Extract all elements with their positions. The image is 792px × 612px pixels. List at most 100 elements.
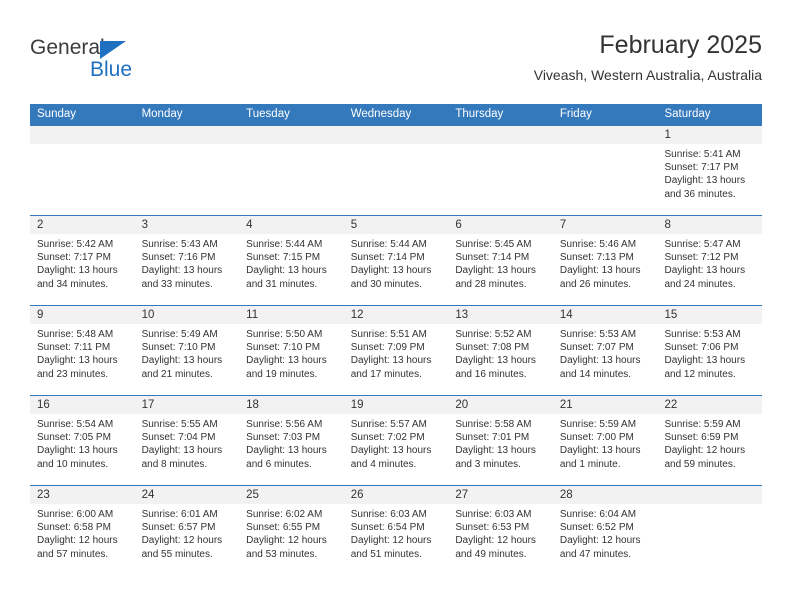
day-cell[interactable]: 17 Sunrise: 5:55 AM Sunset: 7:04 PM Dayligh… [134,396,240,485]
day-cell[interactable]: 8 Sunrise: 5:47 AM Sunset: 7:12 PM Daylight… [657,216,763,305]
sunrise-text: Sunrise: 5:48 AM [37,329,114,340]
day-info: Sunrise: 5:57 AM Sunset: 7:02 PM Daylight:… [344,414,449,471]
daylight-text-line1: Daylight: 13 hours [246,445,327,457]
sunrise-text: Sunrise: 5:54 AM [37,419,114,430]
sunrise-text: Sunrise: 6:03 AM [455,509,532,520]
day-cell[interactable]: 26 Sunrise: 6:03 AM Sunset: 6:54 PM Dayligh… [343,486,449,575]
sunset-text: Sunset: 7:05 PM [37,432,111,444]
day-info [239,144,344,148]
day-cell[interactable]: 23 Sunrise: 6:00 AM Sunset: 6:58 PM Dayligh… [30,486,135,575]
day-number: 28 [559,489,573,501]
sunset-text: Sunset: 6:52 PM [559,522,634,534]
daylight-text-line2: and 24 minutes. [664,278,736,290]
day-number: 22 [664,399,678,411]
day-cell[interactable]: 21 Sunrise: 5:59 AM Sunset: 7:00 PM Dayligh… [552,396,658,485]
day-info: Sunrise: 5:41 AM Sunset: 7:17 PM Daylight:… [657,144,762,201]
daylight-text-line2: and 6 minutes. [246,458,312,470]
daylight-text-line2: and 53 minutes. [246,548,318,560]
daylight-text-line1: Daylight: 13 hours [559,445,641,457]
day-cell[interactable] [343,126,449,215]
day-cell[interactable]: 10 Sunrise: 5:49 AM Sunset: 7:10 PM Dayligh… [134,306,240,395]
daylight-text-line1: Daylight: 13 hours [664,175,746,187]
day-cell[interactable]: 7 Sunrise: 5:46 AM Sunset: 7:13 PM Daylight… [552,216,658,305]
day-info: Sunrise: 5:48 AM Sunset: 7:11 PM Daylight:… [30,324,135,381]
day-info: Sunrise: 5:55 AM Sunset: 7:04 PM Daylight:… [135,414,240,471]
daylight-text-line2: and 30 minutes. [350,278,422,290]
day-cell[interactable]: 5 Sunrise: 5:44 AM Sunset: 7:14 PM Daylight… [343,216,449,305]
daylight-text-line2: and 49 minutes. [455,548,527,560]
day-info: Sunrise: 5:44 AM Sunset: 7:15 PM Daylight:… [239,234,344,291]
day-cell[interactable]: 13 Sunrise: 5:52 AM Sunset: 7:08 PM Dayligh… [448,306,553,395]
day-number: 5 [350,219,358,231]
day-cell[interactable] [448,126,553,215]
day-cell[interactable]: 24 Sunrise: 6:01 AM Sunset: 6:57 PM Dayligh… [134,486,240,575]
day-cell[interactable]: 25 Sunrise: 6:02 AM Sunset: 6:55 PM Dayligh… [239,486,344,575]
day-cell[interactable]: 20 Sunrise: 5:58 AM Sunset: 7:01 PM Dayligh… [448,396,553,485]
triangle-icon [100,41,126,59]
daylight-text-line2: and 47 minutes. [559,548,632,560]
day-info: Sunrise: 6:03 AM Sunset: 6:54 PM Daylight:… [344,504,449,561]
weekday-header-row: Sunday Monday Tuesday Wednesday Thursday… [30,104,762,125]
daylight-text-line1: Daylight: 13 hours [455,445,536,457]
sunset-text: Sunset: 7:15 PM [246,252,321,264]
daylight-text-line2: and 4 minutes. [350,458,417,470]
day-number: 12 [350,309,364,321]
day-cell[interactable]: 19 Sunrise: 5:57 AM Sunset: 7:02 PM Dayligh… [343,396,449,485]
weekday-header-tuesday: Tuesday [246,108,290,120]
day-cell[interactable]: 3 Sunrise: 5:43 AM Sunset: 7:16 PM Daylight… [134,216,240,305]
day-cell[interactable] [657,486,763,575]
sunrise-text: Sunrise: 5:59 AM [559,419,637,430]
daylight-text-line1: Daylight: 12 hours [455,535,536,547]
day-info: Sunrise: 5:42 AM Sunset: 7:17 PM Daylight:… [30,234,135,291]
day-cell[interactable]: 6 Sunrise: 5:45 AM Sunset: 7:14 PM Daylight… [448,216,553,305]
day-info [344,144,449,148]
day-cell[interactable]: 28 Sunrise: 6:04 AM Sunset: 6:52 PM Dayligh… [552,486,658,575]
day-cell[interactable]: 27 Sunrise: 6:03 AM Sunset: 6:53 PM Dayligh… [448,486,553,575]
daylight-text-line2: and 14 minutes. [559,368,632,380]
day-info: Sunrise: 5:59 AM Sunset: 6:59 PM Daylight:… [657,414,762,471]
day-cell[interactable] [239,126,344,215]
day-cell[interactable]: 22 Sunrise: 5:59 AM Sunset: 6:59 PM Dayligh… [657,396,763,485]
day-cell[interactable]: 1 Sunrise: 5:41 AM Sunset: 7:17 PM Daylight… [657,126,763,215]
daylight-text-line1: Daylight: 13 hours [455,265,536,277]
sunset-text: Sunset: 7:00 PM [559,432,634,444]
day-cell[interactable]: 16 Sunrise: 5:54 AM Sunset: 7:05 PM Dayligh… [30,396,135,485]
sunrise-text: Sunrise: 5:53 AM [664,329,741,340]
day-info: Sunrise: 5:50 AM Sunset: 7:10 PM Daylight:… [239,324,344,381]
day-cell[interactable]: 14 Sunrise: 5:53 AM Sunset: 7:07 PM Dayligh… [552,306,658,395]
daylight-text-line2: and 57 minutes. [37,548,109,560]
logo-text-general: General [30,36,105,59]
daylight-text-line2: and 19 minutes. [246,368,318,380]
daylight-text-line1: Daylight: 13 hours [350,265,432,277]
daylight-text-line1: Daylight: 12 hours [350,535,432,547]
day-cell[interactable]: 12 Sunrise: 5:51 AM Sunset: 7:09 PM Dayligh… [343,306,449,395]
daylight-text-line2: and 1 minute. [559,458,621,470]
day-cell[interactable] [134,126,240,215]
day-cell[interactable]: 4 Sunrise: 5:44 AM Sunset: 7:15 PM Daylight… [239,216,344,305]
sunset-text: Sunset: 6:53 PM [455,522,530,534]
daylight-text-line2: and 55 minutes. [141,548,213,560]
sunrise-text: Sunrise: 6:04 AM [559,509,637,520]
day-info: Sunrise: 5:58 AM Sunset: 7:01 PM Daylight:… [448,414,553,471]
sunset-text: Sunset: 7:13 PM [559,252,634,264]
day-info: Sunrise: 6:04 AM Sunset: 6:52 PM Daylight:… [553,504,658,561]
day-cell[interactable]: 11 Sunrise: 5:50 AM Sunset: 7:10 PM Dayligh… [239,306,344,395]
day-cell[interactable]: 9 Sunrise: 5:48 AM Sunset: 7:11 PM Daylight… [30,306,135,395]
day-cell[interactable]: 2 Sunrise: 5:42 AM Sunset: 7:17 PM Daylight… [30,216,135,305]
day-number: 26 [350,489,364,501]
day-info: Sunrise: 6:02 AM Sunset: 6:55 PM Daylight:… [239,504,344,561]
daylight-text-line2: and 26 minutes. [559,278,632,290]
day-number: 27 [455,489,469,501]
day-info: Sunrise: 6:01 AM Sunset: 6:57 PM Daylight:… [135,504,240,561]
daylight-text-line1: Daylight: 13 hours [37,445,118,457]
daylight-text-line1: Daylight: 13 hours [141,445,223,457]
day-info: Sunrise: 5:44 AM Sunset: 7:14 PM Daylight:… [344,234,449,291]
day-cell[interactable]: 15 Sunrise: 5:53 AM Sunset: 7:06 PM Dayligh… [657,306,763,395]
sunset-text: Sunset: 7:03 PM [246,432,321,444]
day-cell[interactable] [30,126,135,215]
day-cell[interactable]: 18 Sunrise: 5:56 AM Sunset: 7:03 PM Dayligh… [239,396,344,485]
week-row: 23 Sunrise: 6:00 AM Sunset: 6:58 PM Dayligh… [30,485,763,575]
sunrise-text: Sunrise: 5:57 AM [350,419,427,430]
day-cell[interactable] [552,126,658,215]
sunrise-text: Sunrise: 5:56 AM [246,419,323,430]
